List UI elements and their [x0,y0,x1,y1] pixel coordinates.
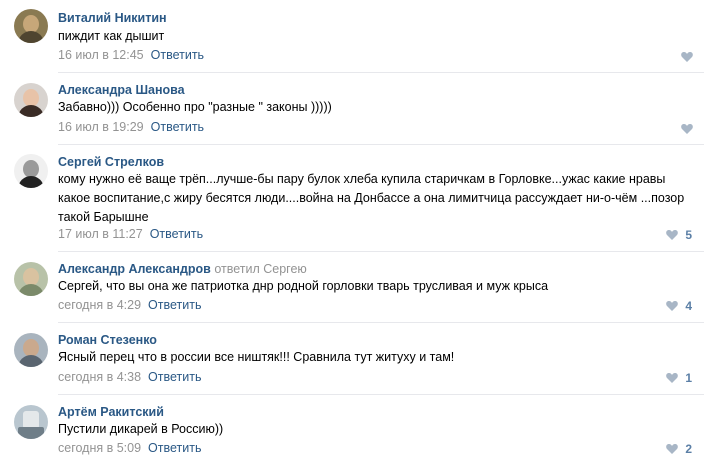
like-count: 2 [685,441,692,456]
avatar[interactable] [14,154,48,188]
comment-date[interactable]: сегодня в 5:09 [58,441,141,455]
like-count: 4 [685,298,692,313]
comment-author[interactable]: Александра Шанова [58,83,185,97]
comment-author[interactable]: Александр Александров ответил Сергею [58,262,307,276]
comment-text: Ясный перец что в россии все ништяк!!! С… [58,350,455,364]
reply-button[interactable]: Ответить [148,370,201,384]
reply-button[interactable]: Ответить [148,441,201,455]
comment-meta: 17 июл в 11:27 Ответить [58,227,203,241]
reply-button[interactable]: Ответить [148,298,201,312]
comment-text: Пустили дикарей в Россию)) [58,422,224,436]
heart-icon [666,444,679,455]
comment-author[interactable]: Виталий Никитин [58,11,167,25]
like-button[interactable]: 4 [666,298,692,313]
reply-button[interactable]: Ответить [151,120,204,134]
heart-icon [666,301,679,312]
comment-text: Забавно))) Особенно про "разные " законы… [58,100,332,114]
comment-divider [58,144,704,145]
comment-date[interactable]: 16 июл в 12:45 [58,48,144,62]
heart-icon [666,230,679,241]
comment-meta: 16 июл в 19:29 Ответить [58,120,204,134]
avatar[interactable] [14,83,48,117]
comment-meta: сегодня в 5:09 Ответить [58,441,201,455]
avatar[interactable] [14,333,48,367]
like-button[interactable] [681,49,693,63]
comment-divider [58,251,704,252]
like-button[interactable]: 2 [666,441,692,456]
comment-meta: сегодня в 4:29 Ответить [58,298,201,312]
comment-text: пиждит как дышит [58,29,165,43]
avatar[interactable] [14,262,48,296]
reply-button[interactable]: Ответить [150,227,203,241]
like-count: 5 [685,227,692,242]
like-button[interactable]: 5 [666,227,692,242]
comment-text: кому нужно её ваще трёп...лучше-бы пару … [58,172,685,224]
comment-author[interactable]: Артём Ракитский [58,405,164,419]
avatar[interactable] [14,9,48,43]
comment-divider [58,72,704,73]
comment-meta: 16 июл в 12:45 Ответить [58,48,204,62]
comment-meta: сегодня в 4:38 Ответить [58,370,201,384]
heart-icon [681,124,693,135]
comment-text: Сергей, что вы она же патриотка днр родн… [58,279,549,293]
like-count: 1 [685,370,692,385]
avatar[interactable] [14,405,48,439]
like-button[interactable] [681,121,693,135]
comment-date[interactable]: 16 июл в 19:29 [58,120,144,134]
comment-date[interactable]: сегодня в 4:29 [58,298,141,312]
comment-divider [58,322,704,323]
reply-button[interactable]: Ответить [151,48,204,62]
heart-icon [666,373,679,384]
heart-icon [681,52,693,63]
comment-date[interactable]: 17 июл в 11:27 [58,227,143,241]
like-button[interactable]: 1 [666,370,692,385]
comment-date[interactable]: сегодня в 4:38 [58,370,141,384]
comment-author[interactable]: Роман Стезенко [58,333,157,347]
comment-author-name[interactable]: Александр Александров [58,262,211,276]
reply-to-label[interactable]: ответил Сергею [214,262,306,276]
comment-divider [58,394,704,395]
comment-author[interactable]: Сергей Стрелков [58,155,164,169]
